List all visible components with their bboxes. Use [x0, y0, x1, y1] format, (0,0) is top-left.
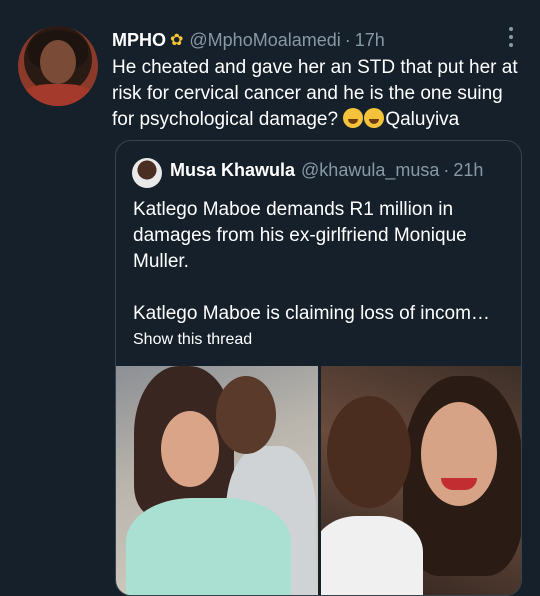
tweet-suffix: Qaluyiva [385, 109, 460, 130]
photo-2-face-woman [421, 402, 497, 506]
quoted-header: Musa Khawula @khawula_musa · 21h [170, 160, 483, 181]
tweet[interactable]: MPHO ✿ @MphoMoalamedi · 17h He cheated a… [0, 0, 540, 596]
photo-2-face-man [327, 396, 411, 508]
photo-1[interactable] [116, 366, 318, 595]
user-handle[interactable]: @MphoMoalamedi [189, 30, 340, 51]
show-thread-link[interactable]: Show this thread [133, 331, 252, 349]
quoted-text: Katlego Maboe demands R1 million in dama… [133, 197, 513, 353]
avatar[interactable] [18, 26, 98, 106]
display-name[interactable]: MPHO [112, 30, 166, 51]
photo-1-face-man [216, 376, 276, 454]
separator-dot: · [344, 29, 351, 50]
laughing-emoji-icon [364, 108, 385, 128]
photo-1-face-woman [161, 411, 219, 487]
timestamp[interactable]: 17h [355, 30, 385, 51]
tweet-text: He cheated and gave her an STD that put … [112, 55, 522, 133]
laughing-emoji-icon [343, 108, 364, 128]
quoted-tweet[interactable]: Musa Khawula @khawula_musa · 21h Katlego… [115, 140, 522, 596]
photo-2-shirt [321, 516, 423, 595]
quoted-paragraph-2: Katlego Maboe is claiming loss of incom… [133, 303, 490, 324]
photo-1-top [126, 498, 291, 595]
tweet-header: MPHO ✿ @MphoMoalamedi · 17h [112, 27, 385, 53]
quoted-timestamp: 21h [453, 160, 484, 180]
more-options-icon[interactable] [506, 27, 516, 47]
quoted-paragraph-1: Katlego Maboe demands R1 million in dama… [133, 199, 467, 272]
quoted-display-name: Musa Khawula [170, 160, 296, 180]
avatar-face [40, 40, 76, 84]
photo-grid [116, 366, 521, 595]
quoted-handle: @khawula_musa [301, 160, 440, 180]
quoted-avatar [132, 158, 162, 188]
photo-2[interactable] [321, 366, 521, 595]
sunflower-icon: ✿ [170, 32, 184, 49]
quoted-separator-dot: · [443, 160, 450, 180]
avatar-shirt [22, 84, 94, 106]
